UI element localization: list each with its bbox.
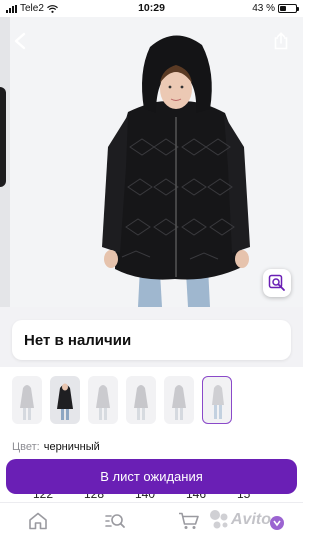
previous-photo-peek [0, 17, 10, 307]
waitlist-button[interactable]: В лист ожидания [6, 459, 297, 494]
tab-cart[interactable] [178, 511, 200, 531]
thumbnail[interactable] [50, 376, 80, 424]
tab-search[interactable] [104, 511, 126, 531]
availability-card: Нет в наличии [12, 320, 291, 360]
share-button[interactable] [269, 29, 293, 53]
avito-watermark: Avito [209, 505, 297, 535]
thumbnail[interactable] [12, 376, 42, 424]
status-bar: Tele2 10:29 43 % [0, 0, 303, 17]
profile-badge-icon [270, 516, 284, 530]
thumbnail[interactable] [88, 376, 118, 424]
thumbnail-photo [96, 385, 110, 420]
thumbnail-photo [134, 385, 148, 420]
product-gallery[interactable] [0, 17, 303, 307]
thumbnail-photo [20, 385, 34, 420]
thumbnail[interactable] [164, 376, 194, 424]
chevron-left-icon [14, 32, 26, 50]
waitlist-button-label: В лист ожидания [100, 469, 203, 484]
thumbnail-photo [57, 383, 73, 420]
home-icon [29, 512, 47, 530]
battery-level [280, 6, 287, 11]
thumbnail-photo [172, 385, 186, 420]
availability-status: Нет в наличии [24, 331, 132, 349]
search-icon [105, 514, 125, 528]
thumbnail[interactable] [126, 376, 156, 424]
cart-icon [179, 512, 199, 529]
tab-home[interactable] [27, 511, 49, 531]
image-search-button[interactable] [263, 269, 291, 297]
thumbnail-strip [12, 376, 232, 424]
color-row: Цвет: черничный [12, 441, 100, 453]
thumbnail-selected[interactable] [202, 376, 232, 424]
share-icon [274, 32, 288, 50]
battery-percent: 43 % [252, 3, 275, 14]
product-photo[interactable] [10, 17, 303, 307]
color-label: Цвет: [12, 441, 40, 453]
color-value: черничный [43, 441, 100, 453]
battery-group: 43 % [252, 3, 299, 14]
battery-icon [278, 4, 299, 13]
back-button[interactable] [8, 29, 32, 53]
thumbnail-photo [212, 385, 224, 419]
avito-wordmark: Avito [231, 511, 271, 528]
avito-logo-icon [210, 510, 228, 529]
girl-in-black-jacket-photo [102, 35, 250, 307]
image-search-icon [268, 274, 285, 291]
